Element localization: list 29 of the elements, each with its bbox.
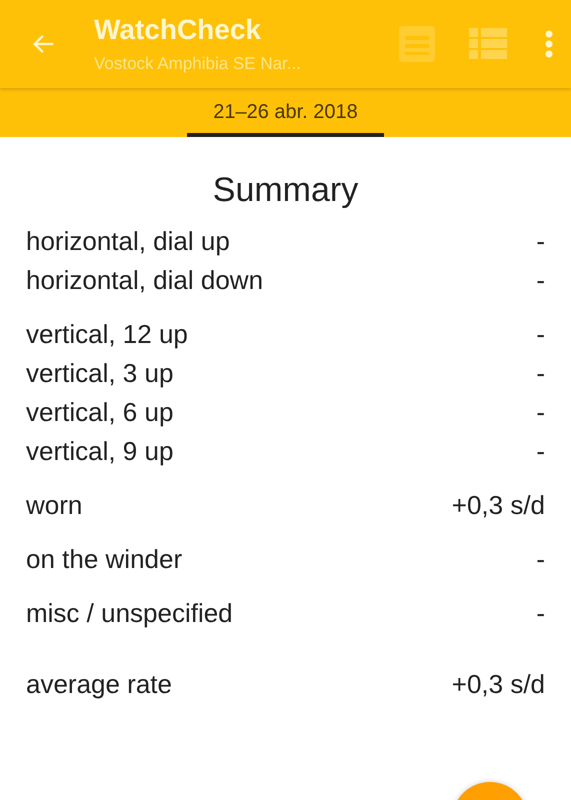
more-button[interactable] (545, 30, 553, 58)
position-label: vertical, 6 up (26, 397, 174, 428)
position-label: on the winder (26, 544, 182, 575)
rate-value: +0,3 s/d (452, 669, 545, 700)
position-label: horizontal, dial up (26, 226, 230, 257)
list-view-button[interactable] (469, 28, 507, 60)
list-icon (469, 28, 507, 60)
rate-value: +0,3 s/d (452, 490, 545, 521)
position-label: horizontal, dial down (26, 265, 264, 296)
more-icon (545, 30, 553, 58)
rate-value: - (536, 544, 545, 575)
position-label: worn (26, 490, 82, 521)
rate-value: - (536, 319, 545, 350)
app-title: WatchCheck (94, 14, 262, 46)
rate-value: - (536, 436, 545, 467)
position-label: misc / unspecified (26, 598, 233, 629)
position-label: vertical, 12 up (26, 319, 188, 350)
notes-button[interactable] (397, 24, 437, 64)
rate-value: - (536, 598, 545, 629)
rate-value: - (536, 397, 545, 428)
rate-value: - (536, 265, 545, 296)
app-subtitle: Vostock Amphibia SE Nar... (94, 54, 302, 74)
summary-heading: Summary (212, 171, 360, 210)
position-label: average rate (26, 669, 172, 700)
rate-value: - (536, 358, 545, 389)
document-icon (397, 24, 437, 64)
rate-value: - (536, 226, 545, 257)
position-label: vertical, 3 up (26, 358, 174, 389)
position-label: vertical, 9 up (26, 436, 174, 467)
